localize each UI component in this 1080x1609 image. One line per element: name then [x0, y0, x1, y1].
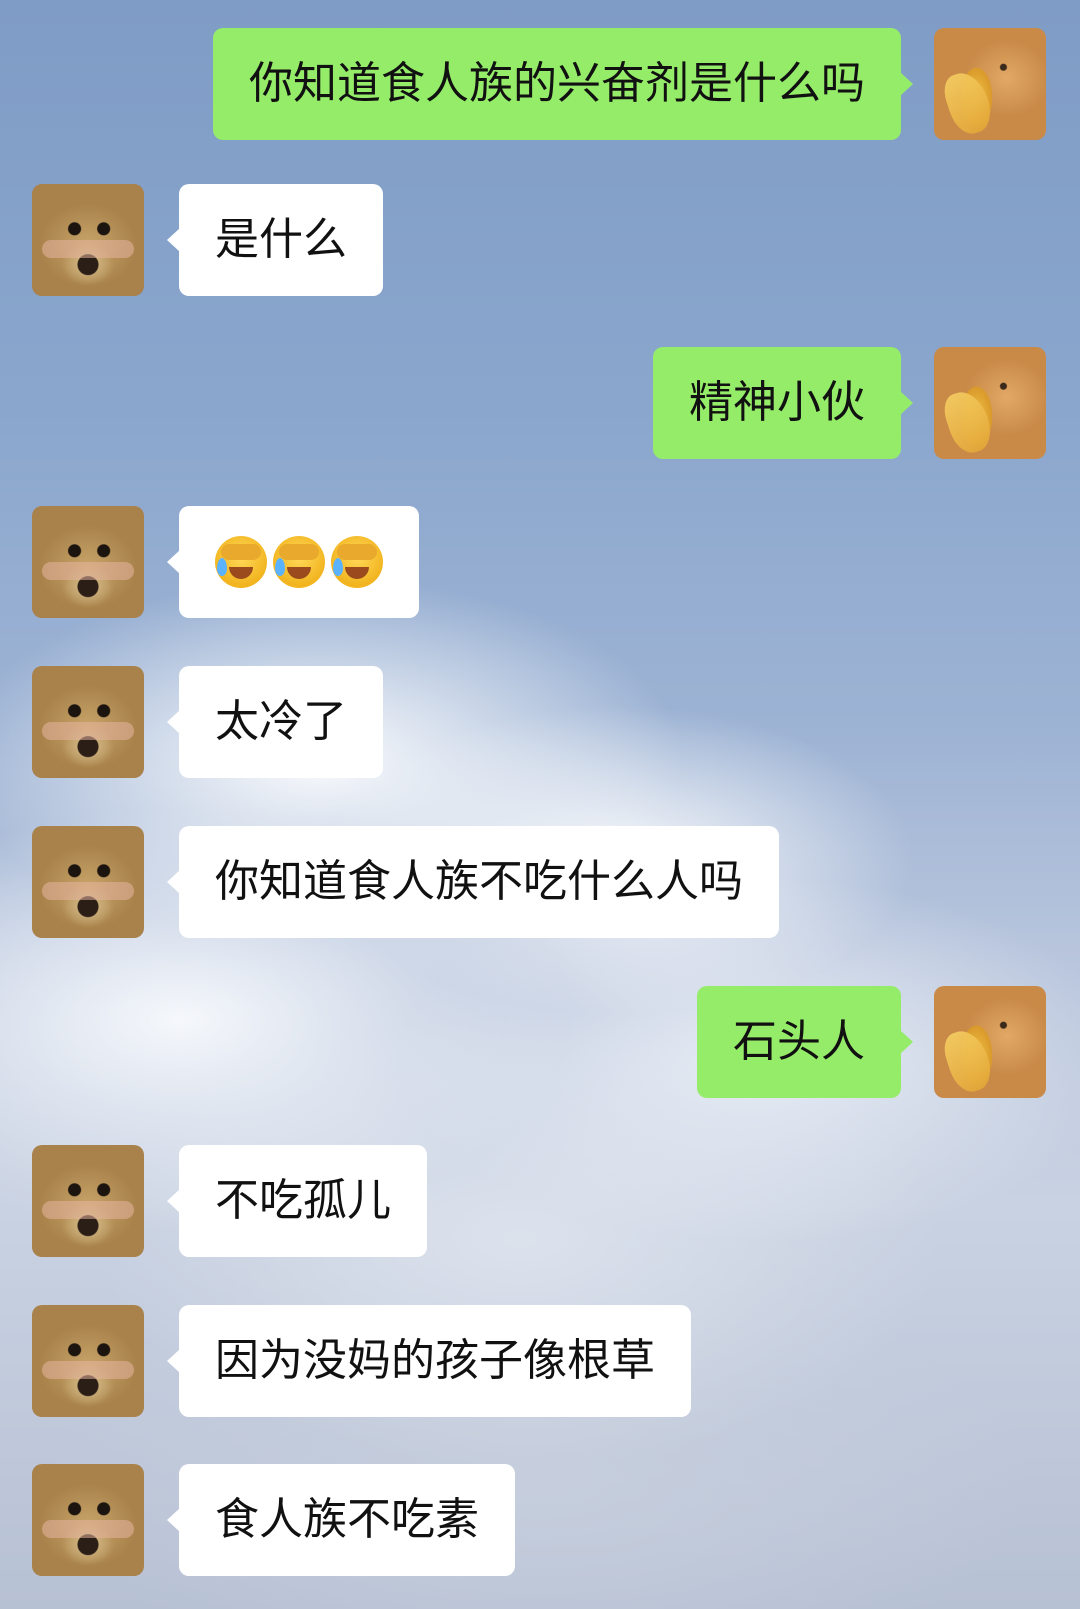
message-row: 太冷了 [0, 666, 1080, 778]
message-text: 食人族不吃素 [215, 1494, 479, 1545]
message-bubble-incoming[interactable]: 是什么 [167, 184, 383, 296]
message-row: 不吃孤儿 [0, 1145, 1080, 1257]
message-row: 精神小伙 [0, 347, 1080, 459]
message-bubble-incoming[interactable]: 你知道食人族不吃什么人吗 [167, 826, 779, 938]
message-text: 你知道食人族的兴奋剂是什么吗 [249, 58, 865, 109]
message-bubble-incoming[interactable]: 太冷了 [167, 666, 383, 778]
face-palm-crying-emoji-icon [273, 536, 325, 588]
message-row: 因为没妈的孩子像根草 [0, 1305, 1080, 1417]
message-text: 太冷了 [215, 696, 347, 747]
message-row: 你知道食人族不吃什么人吗 [0, 826, 1080, 938]
message-text: 精神小伙 [689, 377, 865, 428]
face-palm-crying-emoji-icon [215, 536, 267, 588]
contact-avatar[interactable] [32, 826, 144, 938]
message-bubble-incoming[interactable]: 因为没妈的孩子像根草 [167, 1305, 691, 1417]
message-text: 因为没妈的孩子像根草 [215, 1335, 655, 1386]
message-row: 是什么 [0, 184, 1080, 296]
message-row [0, 506, 1080, 618]
contact-avatar[interactable] [32, 1305, 144, 1417]
contact-avatar[interactable] [32, 1464, 144, 1576]
message-row: 石头人 [0, 986, 1080, 1098]
message-bubble-outgoing[interactable]: 石头人 [697, 986, 913, 1098]
message-text: 不吃孤儿 [215, 1175, 391, 1226]
message-row: 食人族不吃素 [0, 1464, 1080, 1576]
contact-avatar[interactable] [32, 506, 144, 618]
contact-avatar[interactable] [32, 666, 144, 778]
contact-avatar[interactable] [32, 184, 144, 296]
face-palm-crying-emoji-icon [331, 536, 383, 588]
self-avatar[interactable] [934, 986, 1046, 1098]
message-bubble-outgoing[interactable]: 精神小伙 [653, 347, 913, 459]
message-bubble-outgoing[interactable]: 你知道食人族的兴奋剂是什么吗 [213, 28, 913, 140]
message-text: 你知道食人族不吃什么人吗 [215, 856, 743, 907]
message-bubble-incoming[interactable]: 食人族不吃素 [167, 1464, 515, 1576]
message-row: 你知道食人族的兴奋剂是什么吗 [0, 28, 1080, 140]
message-text: 石头人 [733, 1016, 865, 1067]
contact-avatar[interactable] [32, 1145, 144, 1257]
message-bubble-incoming[interactable] [167, 506, 419, 618]
message-bubble-incoming[interactable]: 不吃孤儿 [167, 1145, 427, 1257]
self-avatar[interactable] [934, 28, 1046, 140]
self-avatar[interactable] [934, 347, 1046, 459]
message-text: 是什么 [215, 214, 347, 265]
